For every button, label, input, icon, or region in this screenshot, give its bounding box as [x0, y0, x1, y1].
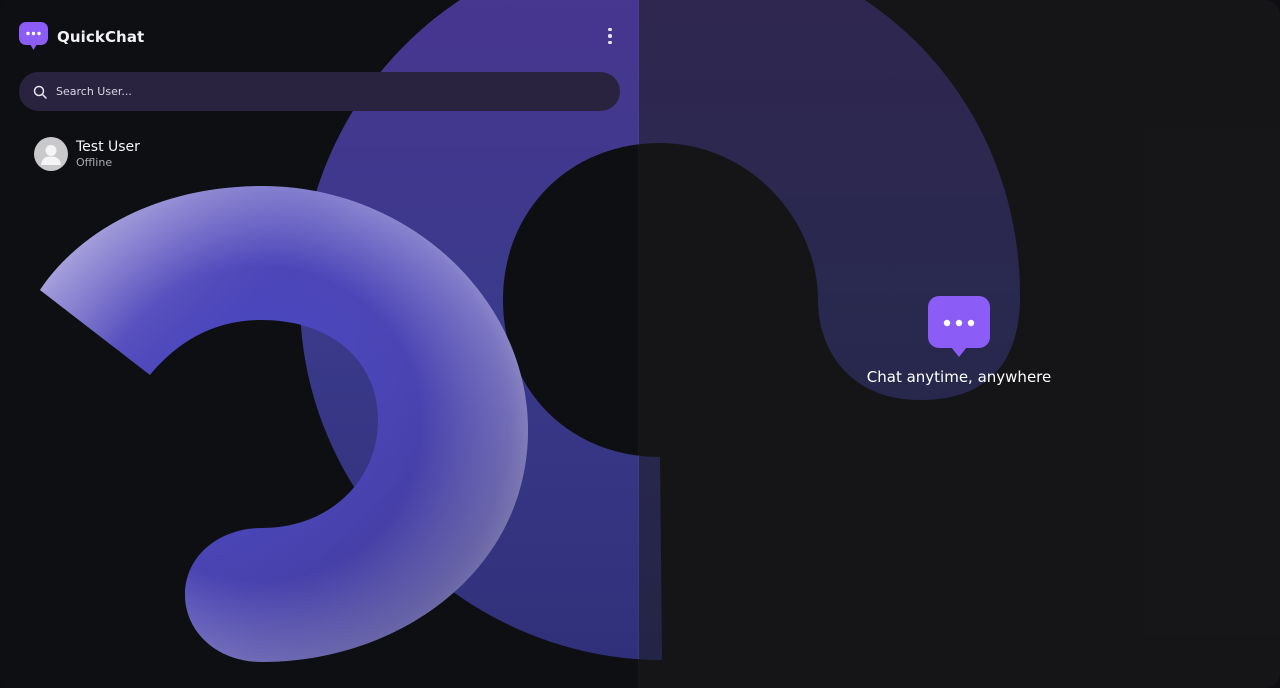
chat-bubble-icon [19, 22, 48, 50]
app-brand: QuickChat [19, 22, 144, 51]
pane-divider [638, 0, 639, 688]
app-title: QuickChat [57, 27, 145, 46]
search-icon [33, 85, 47, 99]
app-window: QuickChat Test User Offline [0, 0, 1280, 688]
chat-bubble-icon [928, 296, 990, 357]
user-list-item[interactable]: Test User Offline [34, 137, 140, 171]
user-status: Offline [76, 156, 113, 169]
welcome-placeholder: Chat anytime, anywhere [860, 296, 1058, 386]
search-bar[interactable] [19, 72, 620, 111]
kebab-menu-icon[interactable] [602, 26, 618, 46]
user-avatar-icon [34, 137, 68, 171]
welcome-tagline: Chat anytime, anywhere [866, 368, 1052, 386]
search-input[interactable] [54, 84, 598, 99]
user-name: Test User [76, 139, 140, 155]
